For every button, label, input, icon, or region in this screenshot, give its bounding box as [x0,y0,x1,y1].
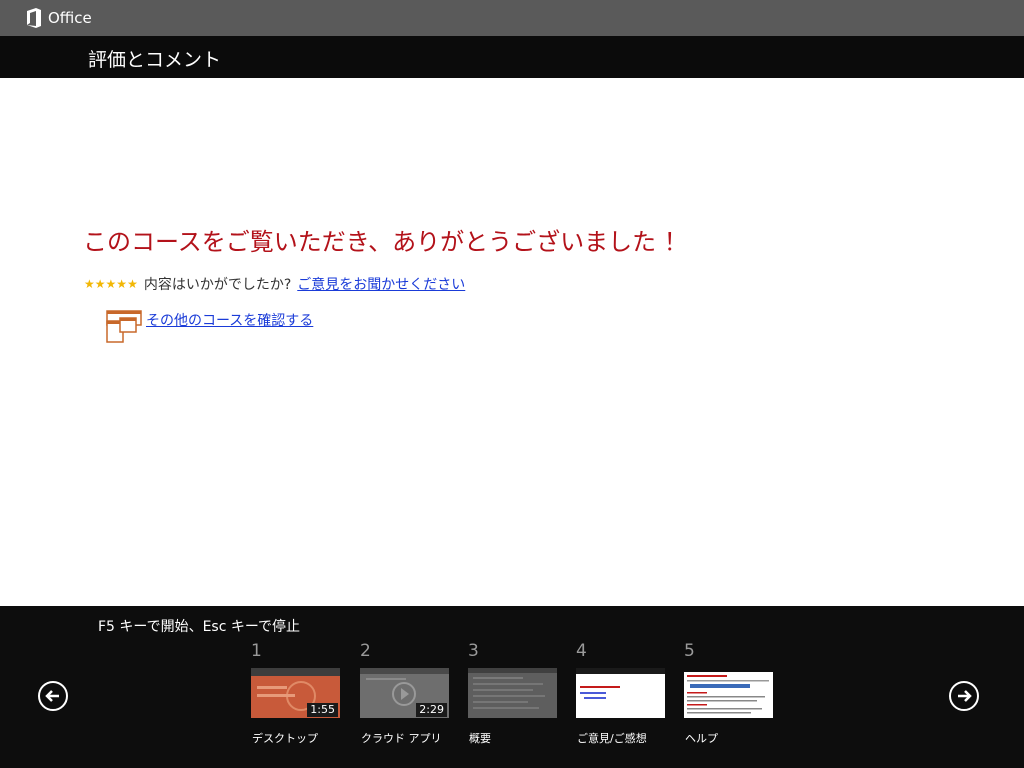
slide-item-5[interactable]: 5 ヘルプ [684,640,776,745]
feedback-link[interactable]: ご意見をお聞かせください [297,274,465,294]
next-button[interactable] [949,681,979,711]
slide-label: 概要 [469,732,491,745]
star-icon: ★ [105,277,117,291]
slide-item-4[interactable]: 4 ご意見/ご感想 [576,640,668,745]
slide-thumbnail[interactable] [684,672,773,718]
slide-thumbnail[interactable]: 1:55 [251,668,340,718]
main-content: このコースをご覧いただき、ありがとうございました ！ ★ ★ ★ ★ ★ 内容は… [0,78,1024,606]
slide-number: 4 [576,641,587,661]
slide-thumbnail[interactable]: 2:29 [360,668,449,718]
slide-label: ヘルプ [685,732,718,745]
courses-windows-icon [106,310,142,344]
brand-label: Office [48,9,92,27]
star-rating: ★ ★ ★ ★ ★ [84,278,138,290]
slide-thumbnail[interactable] [468,668,557,718]
slide-number: 3 [468,641,479,661]
slide-label: デスクトップ [252,732,318,745]
slide-duration: 2:29 [416,703,447,717]
slide-label: ご意見/ご感想 [577,732,647,745]
more-courses-row: その他のコースを確認する [106,310,313,344]
more-courses-link[interactable]: その他のコースを確認する [146,310,313,330]
slide-duration: 1:55 [307,703,338,717]
thanks-message: このコースをご覧いただき、ありがとうございました ！ [83,228,688,256]
rating-question: 内容はいかがでしたか? [143,277,292,293]
keyboard-hint: F5 キーで開始、Esc キーで停止 [98,619,301,635]
star-icon: ★ [127,277,138,291]
office-brand[interactable]: Office [26,8,92,28]
slide-item-2[interactable]: 2 2:29 クラウド アプリ [360,640,452,745]
office-header-bar: Office [0,0,1024,36]
rating-row: ★ ★ ★ ★ ★ 内容はいかがでしたか? ご意見をお聞かせください [84,274,465,294]
slide-number: 1 [251,641,262,661]
slide-thumbnail[interactable] [576,668,665,718]
star-icon: ★ [116,277,128,291]
slide-number: 5 [684,641,695,661]
slide-item-3[interactable]: 3 概要 [468,640,560,745]
page-title: 評価とコメント [88,49,222,71]
slide-label: クラウド アプリ [361,732,442,745]
previous-button[interactable] [38,681,68,711]
office-logo-icon [27,8,41,28]
title-bar: 評価とコメント [0,36,1024,78]
slide-item-1[interactable]: 1 1:55 デスクトップ [251,640,343,745]
star-icon: ★ [84,277,95,291]
star-icon: ★ [94,277,106,291]
arrow-left-circle-icon [45,690,59,702]
slide-navigation-bar: F5 キーで開始、Esc キーで停止 1 1:55 デスクトップ 2 2:29 … [0,606,1024,768]
arrow-right-circle-icon [958,690,972,702]
slide-number: 2 [360,641,371,661]
